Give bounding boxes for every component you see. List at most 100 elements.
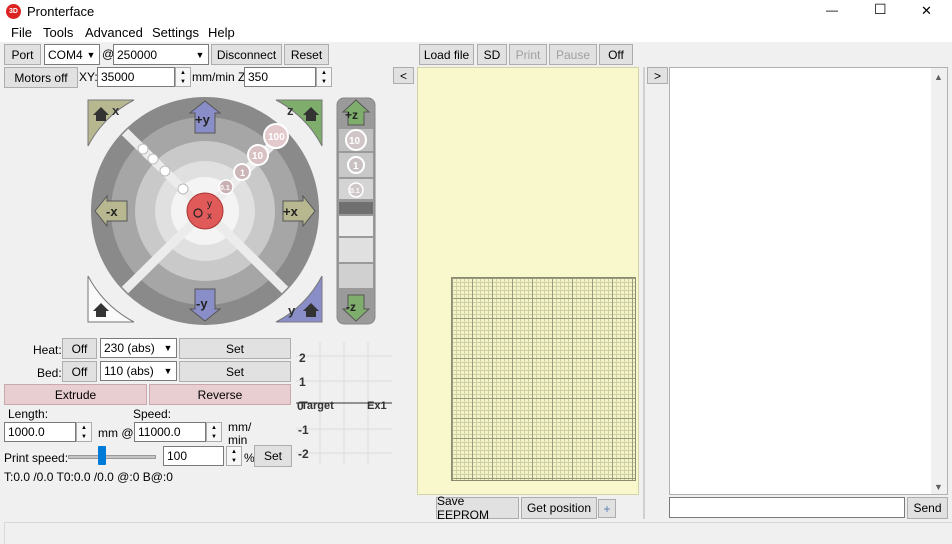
mm-per-label: mm/ xyxy=(228,420,252,434)
bed-off-button[interactable]: Off xyxy=(62,361,97,382)
z-divider xyxy=(339,202,373,214)
maximize-button[interactable]: ☐ xyxy=(874,1,887,18)
menu-help[interactable]: Help xyxy=(208,25,235,40)
speed-spinner[interactable]: ▲ ▼ xyxy=(206,422,222,442)
minus-x-label: -x xyxy=(106,204,118,219)
step-10-label: 10 xyxy=(252,151,264,162)
min-label: min xyxy=(228,433,248,447)
port-select[interactable]: COM4 ▼ xyxy=(44,44,100,65)
extrude-button[interactable]: Extrude xyxy=(4,384,147,405)
menu-tools[interactable]: Tools xyxy=(43,25,73,40)
scroll-up-icon[interactable]: ▲ xyxy=(934,72,943,82)
z-speed-input[interactable]: 350 xyxy=(244,67,316,87)
graph-tick-label: -2 xyxy=(298,447,309,461)
speed-input[interactable]: 11000.0 xyxy=(134,422,206,442)
load-file-button[interactable]: Load file xyxy=(419,44,474,65)
menu-advanced[interactable]: Advanced xyxy=(85,25,143,40)
z-step-down-01-area[interactable] xyxy=(339,216,373,236)
jog-step-dot xyxy=(159,165,171,177)
minimize-button[interactable]: — xyxy=(826,3,838,17)
heat-off-button[interactable]: Off xyxy=(62,338,97,359)
center-y-label: y xyxy=(207,199,212,210)
baud-select[interactable]: 250000 ▼ xyxy=(113,44,209,65)
length-label: Length: xyxy=(8,407,49,421)
heat-temp-value: 230 (abs) xyxy=(104,341,155,355)
send-button[interactable]: Send xyxy=(907,497,948,519)
close-button[interactable]: ✕ xyxy=(921,3,932,19)
power-off-button[interactable]: Off xyxy=(599,44,633,65)
bed-temp-select[interactable]: 110 (abs) ▼ xyxy=(100,361,177,381)
status-bar xyxy=(4,522,952,544)
center-home-button[interactable] xyxy=(186,192,224,230)
collapse-right-button[interactable]: > xyxy=(647,67,668,84)
heat-label: Heat: xyxy=(33,343,62,357)
xy-speed-input[interactable]: 35000 xyxy=(97,67,175,87)
center-x-label: x xyxy=(207,211,212,222)
print-speed-input[interactable]: 100 xyxy=(163,446,224,466)
console-log[interactable] xyxy=(669,67,948,495)
baud-value: 250000 xyxy=(117,47,158,62)
port-value: COM4 xyxy=(48,47,83,62)
bed-set-button[interactable]: Set xyxy=(179,361,291,382)
add-macro-button[interactable]: + xyxy=(598,499,616,518)
console-command-input[interactable] xyxy=(669,497,905,518)
console-scrollbar[interactable] xyxy=(931,68,947,494)
scroll-down-icon[interactable]: ▼ xyxy=(934,482,943,492)
print-speed-slider-thumb[interactable] xyxy=(98,446,106,465)
temperature-graph: 2 1 0 -1 -2 Target Ex1 xyxy=(296,342,392,464)
panel-divider[interactable] xyxy=(643,67,645,519)
window-title: Pronterface xyxy=(27,4,95,19)
app-logo-icon: 3D xyxy=(6,4,21,19)
motors-off-button[interactable]: Motors off xyxy=(4,67,78,88)
print-speed-spinner[interactable]: ▲ ▼ xyxy=(226,446,242,466)
pause-button[interactable]: Pause xyxy=(549,44,597,65)
save-eeprom-button[interactable]: Save EEPROM xyxy=(436,494,519,522)
print-bed-grid xyxy=(451,277,636,481)
chevron-down-icon: ▼ xyxy=(160,339,176,357)
mm-min-z-label: mm/min Z: xyxy=(192,70,249,84)
step-1-label: 1 xyxy=(240,168,245,178)
temperature-status: T:0.0 /0.0 T0:0.0 /0.0 @:0 B@:0 xyxy=(4,470,173,484)
jog-step-dot xyxy=(147,153,159,165)
reverse-button[interactable]: Reverse xyxy=(149,384,291,405)
get-position-button[interactable]: Get position xyxy=(521,497,597,519)
plus-x-label: +x xyxy=(283,204,299,219)
collapse-left-button[interactable]: < xyxy=(393,67,414,84)
xy-speed-spinner[interactable]: ▲ ▼ xyxy=(175,67,191,87)
reset-button[interactable]: Reset xyxy=(284,44,329,65)
xy-label: XY: xyxy=(79,70,98,84)
port-button[interactable]: Port xyxy=(4,44,41,65)
home-y-label: y xyxy=(288,303,296,318)
chevron-down-icon: ▼ xyxy=(192,45,208,64)
heat-temp-select[interactable]: 230 (abs) ▼ xyxy=(100,338,177,358)
z-jog-control[interactable]: +z -z 10 1 0.1 xyxy=(336,97,376,325)
z-step-10-label: 10 xyxy=(349,136,361,147)
print-speed-slider-track[interactable] xyxy=(68,455,156,459)
speed-label: Speed: xyxy=(133,407,172,421)
z-step-down-1-area[interactable] xyxy=(339,238,373,262)
print-speed-label: Print speed: xyxy=(4,451,69,465)
plus-y-label: +y xyxy=(195,112,211,127)
z-step-down-10-area[interactable] xyxy=(339,264,373,288)
xy-jog-control[interactable]: x z y +y -y -x +x 100 10 1 0.1 y x xyxy=(85,97,325,325)
graph-tick-label: 2 xyxy=(299,351,306,365)
jog-step-dot xyxy=(177,183,189,195)
z-speed-spinner[interactable]: ▲ ▼ xyxy=(316,67,332,87)
print-speed-set-button[interactable]: Set xyxy=(254,445,292,467)
graph-tick-label: 1 xyxy=(299,375,306,389)
length-spinner[interactable]: ▲ ▼ xyxy=(76,422,92,442)
mm-at-label: mm @ xyxy=(98,426,134,440)
disconnect-button[interactable]: Disconnect xyxy=(211,44,282,65)
print-button[interactable]: Print xyxy=(509,44,547,65)
step-01-label: 0.1 xyxy=(220,185,230,192)
heat-set-button[interactable]: Set xyxy=(179,338,291,359)
menu-settings[interactable]: Settings xyxy=(152,25,199,40)
minus-z-label: -z xyxy=(346,300,356,314)
chevron-down-icon: ▼ xyxy=(160,362,176,380)
graph-legend-ex1: Ex1 xyxy=(367,400,387,412)
step-100-label: 100 xyxy=(268,132,285,143)
home-x-label: x xyxy=(112,103,120,118)
sd-button[interactable]: SD xyxy=(477,44,507,65)
menu-file[interactable]: File xyxy=(11,25,32,40)
length-input[interactable]: 1000.0 xyxy=(4,422,76,442)
